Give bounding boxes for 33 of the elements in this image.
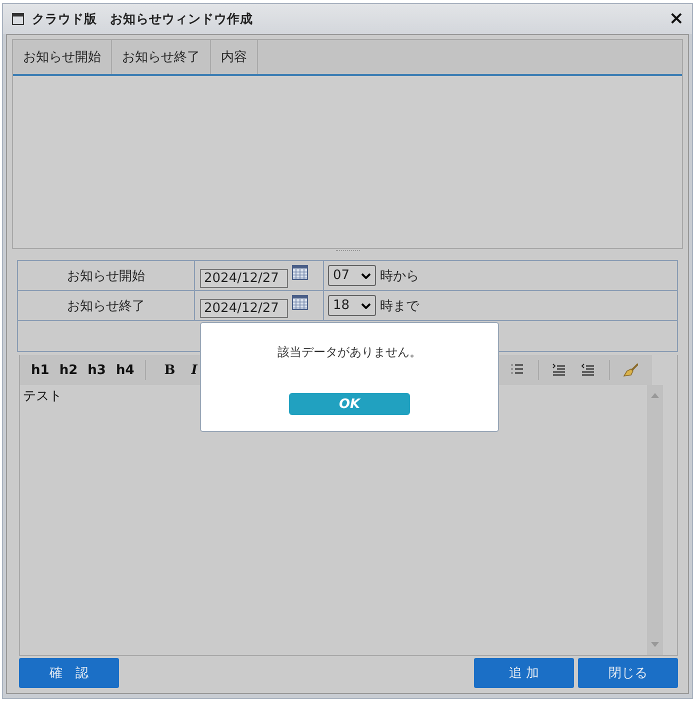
add-button[interactable]: 追 加 bbox=[474, 658, 574, 688]
indent-icon[interactable] bbox=[552, 363, 568, 377]
column-header[interactable]: お知らせ終了 bbox=[112, 40, 211, 74]
caret-icon bbox=[361, 272, 371, 278]
date-field[interactable]: 2024/12/27 bbox=[200, 268, 288, 288]
outdent-icon[interactable] bbox=[581, 363, 596, 377]
italic-button[interactable]: I bbox=[187, 362, 202, 378]
window-icon bbox=[12, 13, 24, 25]
heading-button[interactable]: h4 bbox=[110, 362, 140, 378]
bold-button[interactable]: B bbox=[160, 362, 180, 378]
time-suffix: 時まで bbox=[380, 298, 419, 314]
calendar-icon[interactable] bbox=[292, 265, 308, 280]
brush-icon[interactable] bbox=[623, 363, 638, 377]
confirm-button[interactable]: 確 認 bbox=[19, 658, 119, 688]
window-title: クラウド版 お知らせウィンドウ作成 bbox=[32, 10, 254, 28]
date-field[interactable]: 2024/12/27 bbox=[200, 298, 288, 318]
heading-button[interactable]: h3 bbox=[82, 362, 111, 378]
column-header[interactable]: 内容 bbox=[211, 40, 258, 74]
list-icon[interactable] bbox=[510, 363, 526, 377]
hour-select[interactable]: 18 bbox=[328, 295, 376, 316]
close-window-button[interactable]: 閉じる bbox=[578, 658, 678, 688]
column-header[interactable]: お知らせ開始 bbox=[13, 40, 112, 74]
calendar-icon[interactable] bbox=[292, 295, 308, 310]
close-button[interactable]: × bbox=[668, 10, 684, 28]
form-label: お知らせ終了 bbox=[18, 291, 195, 321]
time-suffix: 時から bbox=[380, 268, 419, 284]
heading-button[interactable]: h2 bbox=[54, 362, 83, 378]
hour-select[interactable]: 07 bbox=[328, 265, 376, 286]
splitter-handle[interactable] bbox=[336, 250, 360, 254]
heading-button[interactable]: h1 bbox=[26, 362, 54, 378]
form-label: お知らせ開始 bbox=[18, 261, 195, 291]
dialog-message: 該当データがありません。 bbox=[278, 344, 422, 361]
caret-icon bbox=[361, 302, 371, 308]
